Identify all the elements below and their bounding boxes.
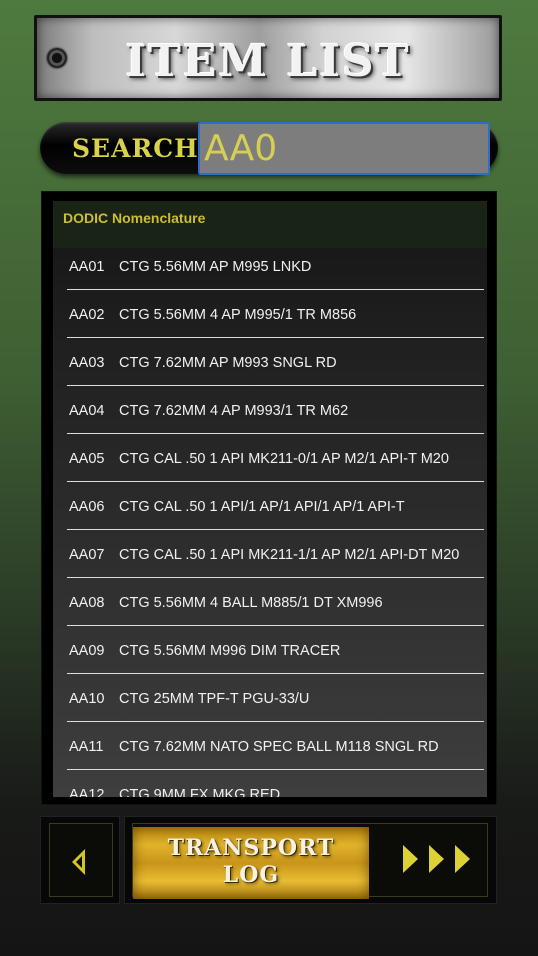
list-item[interactable]: AA02 CTG 5.56MM 4 AP M995/1 TR M856 — [53, 296, 487, 344]
chevron-right-icon — [455, 845, 470, 873]
forward-button[interactable] — [398, 842, 474, 878]
list-item[interactable]: AA11 CTG 7.62MM NATO SPEC BALL M118 SNGL… — [53, 728, 487, 776]
item-code: AA06 — [69, 499, 105, 515]
transport-log-label-line1: TRANSPORT — [167, 835, 335, 861]
item-code: AA12 — [69, 787, 105, 797]
list-column-header: DODIC Nomenclature — [53, 201, 487, 248]
back-button[interactable] — [49, 823, 113, 897]
list-item[interactable]: AA08 CTG 5.56MM 4 BALL M885/1 DT XM996 — [53, 584, 487, 632]
item-code: AA03 — [69, 355, 105, 371]
search-bar: SEARCH: — [40, 122, 498, 175]
row-divider — [67, 721, 484, 722]
list-item[interactable]: AA12 CTG 9MM FX MKG RED — [53, 776, 487, 797]
item-name: CTG 5.56MM AP M995 LNKD — [119, 259, 312, 275]
transport-log-button[interactable]: TRANSPORT LOG — [133, 827, 369, 899]
row-divider — [67, 577, 484, 578]
item-name: CTG 7.62MM AP M993 SNGL RD — [119, 355, 337, 371]
item-code: AA01 — [69, 259, 105, 275]
item-name: CTG 5.56MM 4 BALL M885/1 DT XM996 — [119, 595, 383, 611]
item-code: AA08 — [69, 595, 105, 611]
item-name: CTG 7.62MM NATO SPEC BALL M118 SNGL RD — [119, 739, 439, 755]
list-item[interactable]: AA05 CTG CAL .50 1 API MK211-0/1 AP M2/1… — [53, 440, 487, 488]
transport-log-label-line2: LOG — [222, 862, 280, 888]
item-code: AA04 — [69, 403, 105, 419]
item-name: CTG 7.62MM 4 AP M993/1 TR M62 — [119, 403, 349, 419]
item-code: AA02 — [69, 307, 105, 323]
row-divider — [67, 769, 484, 770]
item-list[interactable]: DODIC Nomenclature AA01 CTG 5.56MM AP M9… — [53, 201, 487, 797]
list-item[interactable]: AA07 CTG CAL .50 1 API MK211-1/1 AP M2/1… — [53, 536, 487, 584]
page-title: ITEM LIST — [125, 36, 411, 87]
item-name: CTG 5.56MM 4 AP M995/1 TR M856 — [119, 307, 357, 323]
list-item[interactable]: AA04 CTG 7.62MM 4 AP M993/1 TR M62 — [53, 392, 487, 440]
item-name: CTG CAL .50 1 API MK211-0/1 AP M2/1 API-… — [119, 451, 449, 467]
chevron-right-icon — [429, 845, 444, 873]
row-divider — [67, 625, 484, 626]
search-label: SEARCH: — [72, 134, 210, 163]
row-divider — [67, 673, 484, 674]
item-name: CTG CAL .50 1 API/1 AP/1 API/1 AP/1 API-… — [119, 499, 405, 515]
item-name: CTG 9MM FX MKG RED — [119, 787, 281, 797]
item-code: AA10 — [69, 691, 105, 707]
item-code: AA11 — [69, 739, 104, 755]
list-item[interactable]: AA06 CTG CAL .50 1 API/1 AP/1 API/1 AP/1… — [53, 488, 487, 536]
row-divider — [67, 529, 484, 530]
row-divider — [67, 337, 484, 338]
title-banner: ITEM LIST — [34, 15, 502, 101]
row-divider — [67, 385, 484, 386]
row-divider — [67, 481, 484, 482]
list-item[interactable]: AA01 CTG 5.56MM AP M995 LNKD — [53, 248, 487, 296]
item-name: CTG 25MM TPF-T PGU-33/U — [119, 691, 310, 707]
list-item[interactable]: AA09 CTG 5.56MM M996 DIM TRACER — [53, 632, 487, 680]
item-code: AA07 — [69, 547, 105, 563]
chevron-right-icon — [403, 845, 418, 873]
item-code: AA09 — [69, 643, 105, 659]
item-name: CTG 5.56MM M996 DIM TRACER — [119, 643, 341, 659]
item-list-panel: DODIC Nomenclature AA01 CTG 5.56MM AP M9… — [41, 191, 497, 805]
row-divider — [67, 289, 484, 290]
item-name: CTG CAL .50 1 API MK211-1/1 AP M2/1 API-… — [119, 547, 460, 563]
list-item[interactable]: AA10 CTG 25MM TPF-T PGU-33/U — [53, 680, 487, 728]
row-divider — [67, 433, 484, 434]
search-input[interactable] — [198, 122, 490, 175]
list-item[interactable]: AA03 CTG 7.62MM AP M993 SNGL RD — [53, 344, 487, 392]
chevron-left-icon-cutout — [76, 856, 82, 868]
back-panel — [40, 816, 120, 904]
item-code: AA05 — [69, 451, 105, 467]
